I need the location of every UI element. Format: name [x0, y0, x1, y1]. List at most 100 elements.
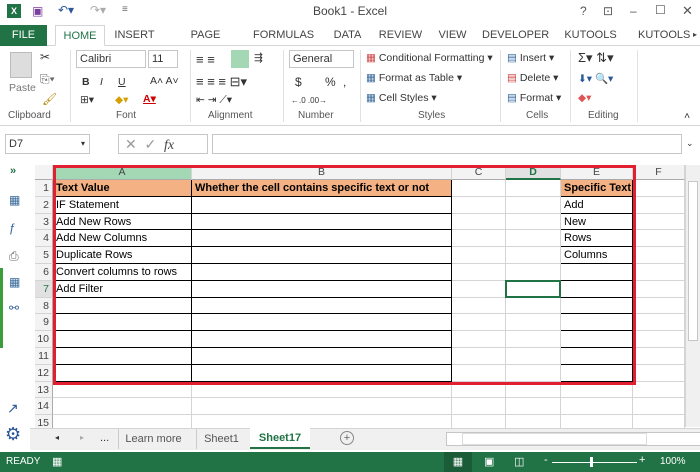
font-color-icon[interactable]: A▾: [143, 93, 156, 105]
row-header-12[interactable]: 12: [35, 364, 53, 382]
sheet-tab-sheet17[interactable]: Sheet17: [250, 428, 310, 449]
currency-button[interactable]: $: [295, 75, 302, 89]
row-header-8[interactable]: 8: [35, 297, 53, 315]
row-header-3[interactable]: 3: [35, 213, 53, 231]
font-size-select[interactable]: 11: [148, 50, 178, 68]
formula-input[interactable]: [212, 134, 682, 154]
tab-page-layout[interactable]: PAGE LAYOUT: [168, 25, 243, 61]
format-painter-icon[interactable]: 🖌: [42, 93, 57, 105]
expand-formula-bar-icon[interactable]: ⌄: [686, 138, 694, 149]
format-as-table-button[interactable]: ▦ Format as Table ▾: [366, 72, 462, 84]
zoom-slider[interactable]: [552, 462, 637, 463]
close-button[interactable]: ✕: [682, 3, 693, 19]
delete-cells-button[interactable]: ▤ Delete ▾: [507, 72, 558, 84]
zoom-out-button[interactable]: -: [544, 454, 548, 466]
cut-icon[interactable]: ✂: [40, 51, 50, 63]
paste-icon[interactable]: [10, 52, 32, 78]
cell-f2[interactable]: [633, 196, 685, 214]
next-sheet-icon[interactable]: ▸: [80, 433, 84, 442]
settings-gear-icon[interactable]: ⚙: [5, 424, 21, 445]
select-all-corner[interactable]: [35, 165, 53, 180]
bold-button[interactable]: B: [82, 76, 90, 88]
page-break-view-icon[interactable]: ◫: [514, 455, 524, 468]
tab-home[interactable]: HOME: [55, 25, 105, 46]
zoom-slider-handle[interactable]: [590, 457, 593, 467]
copy-icon[interactable]: ⎘▾: [40, 73, 55, 85]
more-sheets-button[interactable]: ...: [100, 432, 109, 444]
tabs-scroll-right-icon[interactable]: ▸: [690, 25, 700, 46]
zoom-in-button[interactable]: +: [639, 454, 645, 466]
normal-view-icon[interactable]: ▦: [444, 452, 472, 472]
name-box[interactable]: D7 ▾: [5, 134, 90, 154]
tab-file[interactable]: FILE: [0, 25, 47, 46]
macro-record-icon[interactable]: ▦: [52, 455, 62, 468]
row-header-4[interactable]: 4: [35, 230, 53, 248]
insert-function-button[interactable]: fx: [164, 138, 174, 153]
indent-icon[interactable]: ⇤ ⇥ ⟋▾: [196, 94, 232, 107]
cell-c14[interactable]: [452, 398, 506, 416]
horizontal-scrollbar[interactable]: [446, 432, 700, 446]
maximize-button[interactable]: ☐: [655, 3, 666, 17]
row-header-6[interactable]: 6: [35, 264, 53, 281]
binoculars-icon[interactable]: ⚯: [9, 302, 19, 314]
cell-f1[interactable]: [633, 180, 685, 197]
cell-e14[interactable]: [561, 398, 633, 416]
formula-icon[interactable]: ƒ: [9, 222, 16, 234]
ribbon-display-button[interactable]: ⊡: [603, 4, 613, 18]
cell-f10[interactable]: [633, 331, 685, 348]
cell-f7[interactable]: [633, 280, 685, 298]
tab-kutools-plus[interactable]: KUTOOLS: [638, 25, 690, 46]
tab-review[interactable]: REVIEW: [378, 25, 423, 46]
expand-panel-icon[interactable]: »: [10, 165, 16, 177]
cell-b14[interactable]: [192, 398, 452, 416]
tab-insert[interactable]: INSERT: [112, 25, 157, 46]
cell-f3[interactable]: [633, 213, 685, 231]
row-header-14[interactable]: 14: [35, 398, 53, 416]
font-name-select[interactable]: Calibri: [76, 50, 146, 68]
cell-f14[interactable]: [633, 398, 685, 416]
number-format-select[interactable]: General: [289, 50, 354, 68]
decimal-icon[interactable]: ←.0 .00→: [291, 96, 327, 105]
minimize-button[interactable]: –: [630, 4, 637, 18]
grid-icon[interactable]: ▦: [9, 276, 20, 288]
clear-icon[interactable]: ◆▾: [578, 92, 591, 104]
autosum-icon[interactable]: Σ▾ ⇅▾: [578, 50, 614, 66]
vertical-scroll-thumb[interactable]: [688, 181, 698, 341]
prev-sheet-icon[interactable]: ◂: [55, 433, 59, 442]
new-sheet-icon[interactable]: +: [340, 431, 354, 445]
underline-button[interactable]: U: [118, 76, 126, 88]
align-top-icon[interactable]: ≡ ≡: [196, 52, 215, 67]
sheet-tab-sheet1[interactable]: Sheet1: [196, 429, 246, 449]
align-left-icon[interactable]: ≡ ≡ ≡ ⊟▾: [196, 74, 247, 90]
align-middle-icon[interactable]: [231, 50, 249, 68]
paste-button[interactable]: Paste: [9, 82, 36, 94]
cell-f11[interactable]: [633, 348, 685, 365]
grow-font-icon[interactable]: A˄ A˅: [150, 75, 179, 87]
wrap-text-icon[interactable]: ⇶: [254, 52, 263, 64]
cell-styles-button[interactable]: ▦ Cell Styles ▾: [366, 92, 437, 104]
column-header-f[interactable]: F: [633, 165, 685, 180]
cell-f8[interactable]: [633, 297, 685, 315]
page-layout-view-icon[interactable]: ▣: [484, 455, 494, 468]
italic-button[interactable]: I: [100, 76, 103, 88]
enter-icon[interactable]: ✓: [145, 136, 157, 152]
horizontal-scroll-thumb[interactable]: [462, 433, 647, 445]
row-header-10[interactable]: 10: [35, 331, 53, 348]
cell-f12[interactable]: [633, 364, 685, 382]
cell-f13[interactable]: [633, 381, 685, 399]
row-header-13[interactable]: 13: [35, 381, 53, 399]
tab-view[interactable]: VIEW: [435, 25, 470, 46]
conditional-formatting-button[interactable]: ▦ Conditional Formatting ▾: [366, 52, 493, 64]
cell-a14[interactable]: [53, 398, 192, 416]
cell-f4[interactable]: [633, 230, 685, 248]
vertical-scrollbar[interactable]: [685, 165, 700, 427]
table-icon[interactable]: ▦: [9, 194, 20, 206]
row-header-7[interactable]: 7: [35, 280, 53, 298]
share-icon[interactable]: ↗: [7, 401, 19, 415]
zoom-level[interactable]: 100%: [660, 456, 686, 467]
cancel-icon[interactable]: ✕: [125, 136, 137, 152]
format-cells-button[interactable]: ▤ Format ▾: [507, 92, 561, 104]
tab-formulas[interactable]: FORMULAS: [253, 25, 314, 46]
tab-data[interactable]: DATA: [330, 25, 365, 46]
tab-developer[interactable]: DEVELOPER: [482, 25, 549, 46]
